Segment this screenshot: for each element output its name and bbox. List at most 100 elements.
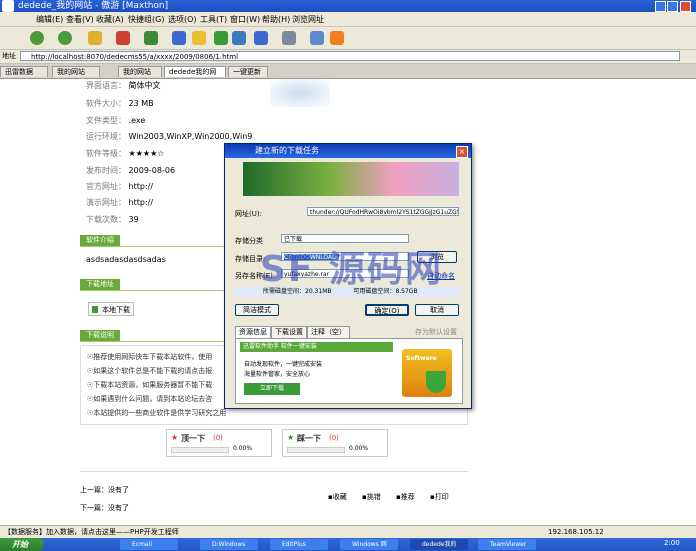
software-box-icon: Software xyxy=(402,349,452,397)
tab-strip: 迅雷数据(宝) 我的网站 我的网站 dedede我的网站 一键更新 xyxy=(0,64,696,87)
close-button[interactable] xyxy=(680,1,691,12)
back-icon[interactable] xyxy=(30,31,44,45)
maximize-button[interactable] xyxy=(667,1,678,12)
download-arrow-icon xyxy=(92,306,98,313)
vote-up-count: (0) xyxy=(213,434,223,442)
status-text: 【数据服务】加入数据，请点击这里——PHP开发工程师 xyxy=(4,528,179,536)
taskbar: 开始 Ecmail D:Windows EditPlus Windows 网 d… xyxy=(0,538,696,551)
info-row-language: 界面语言： 简体中文 xyxy=(86,81,161,90)
action-favorite[interactable]: ▪收藏 xyxy=(328,492,347,502)
taskbar-item-2[interactable]: EditPlus xyxy=(270,539,328,550)
cancel-button[interactable]: 取消 xyxy=(415,304,459,316)
favorites-icon[interactable] xyxy=(192,31,206,45)
ok-button[interactable]: 确定(O) xyxy=(365,304,409,316)
tab-1[interactable]: 我的网站 xyxy=(52,66,100,77)
info-row-env: 运行环境： Win2003,WinXP,Win2000,Win9 xyxy=(86,132,253,141)
dialog-titlebar: 建立新的下载任务 × xyxy=(225,144,471,158)
chart-icon[interactable] xyxy=(232,31,246,45)
ad-download-button[interactable]: 立即下载 xyxy=(244,383,300,395)
add-icon[interactable] xyxy=(214,31,228,45)
menu-window[interactable]: 窗口(W) xyxy=(230,14,260,25)
vote-down-pct: 0.00% xyxy=(349,445,369,452)
divider xyxy=(80,471,468,472)
title-bar: dedede_我的网站 - 傲游 [Maxthon] xyxy=(0,0,696,12)
vote-up-bar xyxy=(171,447,229,453)
dialog-banner xyxy=(243,162,459,196)
forward-icon[interactable] xyxy=(58,31,72,45)
thumb-up-icon: ★ xyxy=(171,433,179,442)
up-icon[interactable] xyxy=(88,31,102,45)
info-row-date: 发布时间： 2009-08-06 xyxy=(86,166,176,175)
watermark-logo: SF 源码网 xyxy=(260,249,444,290)
thumb-down-icon: ★ xyxy=(287,433,295,442)
menu-edit[interactable]: 编辑(E) xyxy=(36,14,63,25)
set-default-link[interactable]: 存为默认设置 xyxy=(415,327,457,337)
start-button[interactable]: 开始 xyxy=(0,538,44,551)
url-label: 网址(U): xyxy=(235,210,262,218)
menu-favorites[interactable]: 收藏(A) xyxy=(96,14,124,25)
clock: 2:00 xyxy=(664,539,680,547)
undo-icon[interactable] xyxy=(254,31,268,45)
menu-tools[interactable]: 工具(T) xyxy=(200,14,227,25)
vote-up-label: 顶一下 xyxy=(181,434,205,443)
prev-article-link[interactable]: 上一篇：没有了 xyxy=(80,485,129,495)
menu-groups[interactable]: 快捷组(G) xyxy=(128,14,164,25)
dialog-close-button[interactable]: × xyxy=(456,146,468,158)
action-recommend[interactable]: ▪推荐 xyxy=(396,492,415,502)
info-row-downloads: 下载次数： 39 xyxy=(86,215,139,224)
url-input[interactable]: thunder://QUFodHRwOi8vbmI2YS1tZGGjJzG1uZ… xyxy=(307,207,459,216)
tab-3[interactable]: dedede我的网站 xyxy=(164,66,226,87)
tab-comment[interactable]: 注释（空） xyxy=(307,326,350,338)
simple-mode-button[interactable]: 简洁模式 xyxy=(235,304,279,316)
menu-browse[interactable]: 浏览网址 xyxy=(292,14,324,25)
address-label: 地址 xyxy=(2,52,16,60)
taskbar-item-4[interactable]: dedede我的 xyxy=(410,539,468,550)
vote-down-count: (0) xyxy=(329,434,339,442)
tab-resource-info[interactable]: 资源信息 xyxy=(235,326,271,338)
info-row-demo: 演示网址： http:// xyxy=(86,198,154,207)
rss-icon[interactable] xyxy=(330,31,344,45)
menu-options[interactable]: 选项(O) xyxy=(168,14,197,25)
menu-view[interactable]: 查看(V) xyxy=(66,14,94,25)
local-download-button[interactable]: 本地下载 xyxy=(88,302,134,316)
home-icon[interactable] xyxy=(172,31,186,45)
address-bar: 地址 http://localhost:8070/dedecms55/a/xxx… xyxy=(0,50,696,64)
tab-0[interactable]: 迅雷数据(宝) xyxy=(0,66,48,87)
menu-bar: 编辑(E) 查看(V) 收藏(A) 快捷组(G) 选项(O) 工具(T) 窗口(… xyxy=(0,12,696,27)
action-report[interactable]: ▪挑错 xyxy=(362,492,381,502)
tab-4[interactable]: 一键更新 xyxy=(228,66,268,77)
minimize-button[interactable] xyxy=(655,1,666,12)
menu-help[interactable]: 帮助(H) xyxy=(262,14,290,25)
next-article-link[interactable]: 下一篇：没有了 xyxy=(80,503,129,513)
view-icon[interactable] xyxy=(282,31,296,45)
vote-down-label: 踩一下 xyxy=(297,434,321,443)
vote-down-bar xyxy=(287,447,345,453)
toolbar xyxy=(0,27,696,50)
status-ip: 192.168.105.12 xyxy=(548,528,604,536)
taskbar-item-3[interactable]: Windows 网 xyxy=(340,539,398,550)
tab-download-settings[interactable]: 下载设置 xyxy=(271,326,307,338)
info-row-size: 软件大小： 23 MB xyxy=(86,99,154,108)
ad-line-1: 海量软件管家，安全放心 xyxy=(244,371,311,378)
tab-2[interactable]: 我的网站 xyxy=(118,66,162,77)
info-row-official: 官方网址： http:// xyxy=(86,182,154,191)
vote-up-pct: 0.00% xyxy=(233,445,253,452)
status-bar: 【数据服务】加入数据，请点击这里——PHP开发工程师 192.168.105.1… xyxy=(0,525,696,538)
vote-up-box[interactable]: ★ 顶一下 (0) 0.00% xyxy=(166,429,272,457)
refresh-icon[interactable] xyxy=(144,31,158,45)
stop-icon[interactable] xyxy=(116,31,130,45)
action-print[interactable]: ▪打印 xyxy=(430,492,449,502)
shield-icon xyxy=(426,371,446,393)
software-thumbnail xyxy=(270,79,330,107)
ad-title: 迅雷软件助手 软件一键安装 xyxy=(240,342,393,352)
info-row-rating: 软件等级： ★★★★☆ xyxy=(86,149,165,158)
taskbar-item-1[interactable]: D:Windows xyxy=(200,539,258,550)
ad-line-0: 自动发现软件，一键完成安装 xyxy=(244,361,323,368)
taskbar-item-0[interactable]: Ecmail xyxy=(120,539,178,550)
category-label: 存储分类 xyxy=(235,237,263,245)
address-input[interactable]: http://localhost:8070/dedecms55/a/xxxx/2… xyxy=(20,51,680,61)
vote-down-box[interactable]: ★ 踩一下 (0) 0.00% xyxy=(282,429,388,457)
taskbar-item-5[interactable]: TeamViewer xyxy=(478,539,536,550)
mail-icon[interactable] xyxy=(310,31,324,45)
dialog-title: 建立新的下载任务 xyxy=(255,146,319,155)
